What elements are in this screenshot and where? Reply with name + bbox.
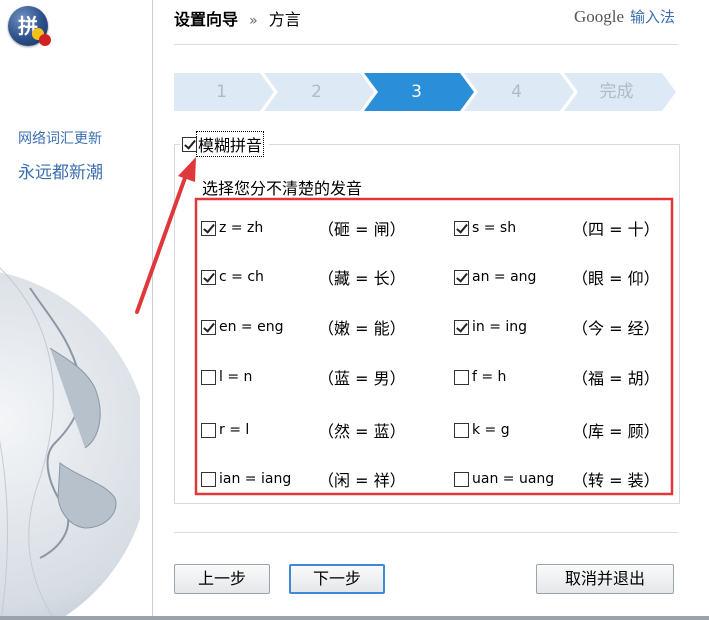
option-checkbox[interactable] (201, 422, 216, 438)
option-checkbox[interactable] (201, 269, 216, 285)
option-uan-uang[interactable]: uan = uang (454, 467, 554, 491)
option-ian-iang[interactable]: ian = iang (201, 467, 291, 491)
option-example: （转 = 装） (572, 471, 660, 490)
option-checkbox[interactable] (454, 422, 469, 438)
option-example: （福 = 胡） (572, 369, 660, 388)
option-checkbox[interactable] (201, 319, 216, 335)
option-example: （嫩 = 能） (318, 319, 406, 338)
option-in-ing[interactable]: in = ing (454, 315, 527, 339)
option-checkbox[interactable] (454, 269, 469, 285)
option-example: （藏 = 长） (318, 269, 406, 288)
option-example: （蓝 = 男） (318, 369, 406, 388)
option-s-sh[interactable]: s = sh (454, 216, 516, 240)
option-checkbox[interactable] (201, 471, 216, 487)
option-an-ang[interactable]: an = ang (454, 265, 536, 289)
option-example: （四 = 十） (572, 220, 660, 239)
option-example: （今 = 经） (572, 319, 660, 338)
annotation-overlay (135, 157, 674, 496)
option-z-zh[interactable]: z = zh (201, 216, 263, 240)
window-bottom-edge (0, 616, 709, 620)
option-example: （眼 = 仰） (572, 269, 660, 288)
option-example: （然 = 蓝） (318, 422, 406, 441)
prev-button[interactable]: 上一步 (174, 564, 270, 594)
option-checkbox[interactable] (201, 369, 216, 385)
footer-divider (174, 532, 678, 533)
option-example: （库 = 顾） (572, 422, 660, 441)
option-f-h[interactable]: f = h (454, 365, 506, 389)
option-example: （砸 = 闸） (318, 220, 406, 239)
option-c-ch[interactable]: c = ch (201, 265, 264, 289)
option-checkbox[interactable] (454, 369, 469, 385)
cancel-exit-button[interactable]: 取消并退出 (536, 564, 674, 594)
next-button[interactable]: 下一步 (289, 564, 385, 594)
option-en-eng[interactable]: en = eng (201, 315, 284, 339)
option-checkbox[interactable] (454, 220, 469, 236)
option-example: （闲 = 祥） (318, 471, 406, 490)
option-checkbox[interactable] (454, 471, 469, 487)
option-k-g[interactable]: k = g (454, 418, 510, 442)
option-l-n[interactable]: l = n (201, 365, 252, 389)
option-checkbox[interactable] (201, 220, 216, 236)
option-r-l[interactable]: r = l (201, 418, 249, 442)
option-checkbox[interactable] (454, 319, 469, 335)
